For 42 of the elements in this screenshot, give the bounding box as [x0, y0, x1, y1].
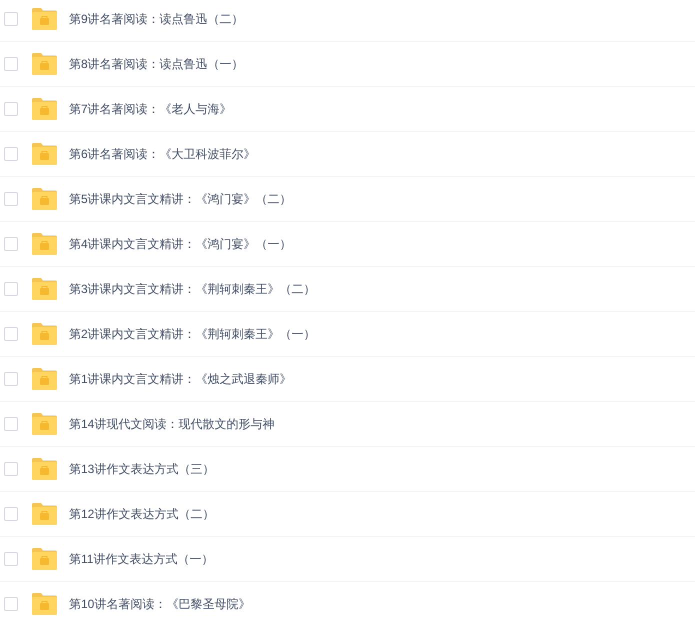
checkbox[interactable] [4, 147, 18, 161]
folder-name[interactable]: 第1讲课内文言文精讲：《烛之武退秦师》 [69, 370, 292, 388]
folder-icon [31, 323, 57, 345]
folder-name[interactable]: 第13讲作文表达方式（三） [69, 460, 214, 478]
checkbox[interactable] [4, 462, 18, 476]
checkbox[interactable] [4, 57, 18, 71]
folder-icon [31, 53, 57, 75]
folder-name[interactable]: 第9讲名著阅读：读点鲁迅（二） [69, 10, 244, 28]
folder-icon [31, 413, 57, 435]
folder-name[interactable]: 第14讲现代文阅读：现代散文的形与神 [69, 415, 274, 433]
folder-icon [31, 98, 57, 120]
folder-name[interactable]: 第5讲课内文言文精讲：《鸿门宴》（二） [69, 190, 292, 208]
checkbox[interactable] [4, 282, 18, 296]
checkbox[interactable] [4, 102, 18, 116]
folder-name[interactable]: 第11讲作文表达方式（一） [69, 550, 214, 568]
checkbox[interactable] [4, 552, 18, 566]
checkbox[interactable] [4, 417, 18, 431]
folder-name[interactable]: 第4讲课内文言文精讲：《鸿门宴》（一） [69, 235, 292, 253]
folder-icon [31, 593, 57, 615]
folder-name[interactable]: 第12讲作文表达方式（二） [69, 505, 214, 523]
folder-icon [31, 233, 57, 255]
checkbox[interactable] [4, 327, 18, 341]
folder-name[interactable]: 第7讲名著阅读：《老人与海》 [69, 100, 232, 118]
checkbox[interactable] [4, 597, 18, 611]
folder-name[interactable]: 第6讲名著阅读：《大卫科波菲尔》 [69, 145, 256, 163]
folder-icon [31, 188, 57, 210]
folder-name[interactable]: 第8讲名著阅读：读点鲁迅（一） [69, 55, 244, 73]
folder-name[interactable]: 第3讲课内文言文精讲：《荆轲刺秦王》（二） [69, 280, 316, 298]
folder-name[interactable]: 第2讲课内文言文精讲：《荆轲刺秦王》（一） [69, 325, 316, 343]
folder-icon [31, 278, 57, 300]
checkbox[interactable] [4, 237, 18, 251]
folder-name[interactable]: 第10讲名著阅读：《巴黎圣母院》 [69, 595, 250, 613]
checkbox[interactable] [4, 372, 18, 386]
folder-icon [31, 8, 57, 30]
checkbox[interactable] [4, 192, 18, 206]
folder-icon [31, 143, 57, 165]
checkbox[interactable] [4, 507, 18, 521]
folder-icon [31, 548, 57, 570]
folder-icon [31, 458, 57, 480]
folder-icon [31, 368, 57, 390]
checkbox[interactable] [4, 12, 18, 26]
folder-icon [31, 503, 57, 525]
